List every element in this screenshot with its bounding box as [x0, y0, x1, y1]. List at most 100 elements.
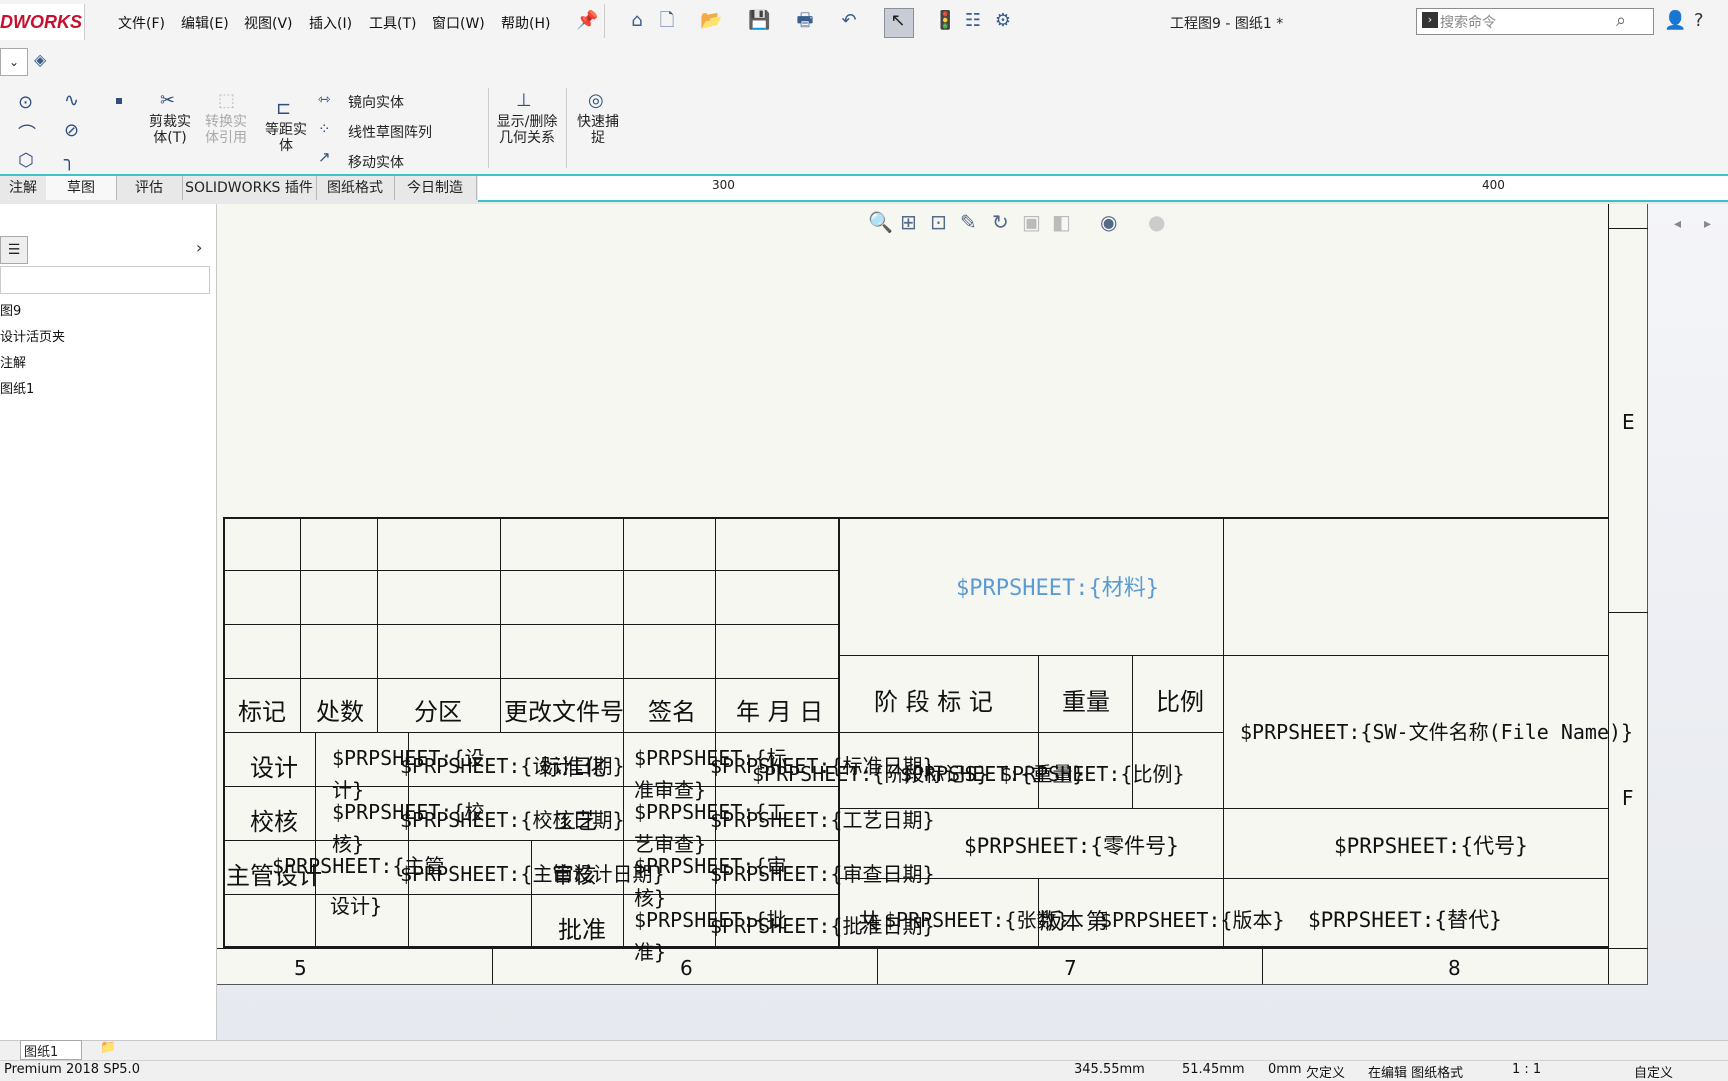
new-document-icon[interactable]: 🗋: [656, 10, 678, 32]
replace-property[interactable]: $PRPSHEET:{替代}: [1308, 904, 1502, 934]
scale-property[interactable]: $PRPSHEET:{比例}: [1000, 758, 1185, 787]
layer-icon[interactable]: ◈: [34, 50, 46, 69]
rotate-icon[interactable]: ↻: [992, 210, 1009, 234]
tab-manufacturing[interactable]: 今日制造: [394, 176, 477, 200]
tab-sheet-format[interactable]: 图纸格式: [316, 176, 395, 200]
title-block-line: [839, 808, 1609, 809]
traffic-light-icon[interactable]: 🚦: [934, 10, 956, 32]
section-view-icon[interactable]: ✎: [960, 210, 977, 234]
filter-input[interactable]: [0, 266, 210, 294]
material-property[interactable]: $PRPSHEET:{材料}: [956, 570, 1159, 602]
process-date-property[interactable]: $PRPSHEET:{工艺日期}: [710, 804, 935, 833]
previous-view-icon[interactable]: ⊡: [930, 210, 947, 234]
menu-tools[interactable]: 工具(T): [369, 13, 416, 33]
header-count: 处数: [316, 698, 364, 726]
quick-snap-button[interactable]: 快速捕捉: [576, 114, 620, 146]
options-gear-icon[interactable]: ⚙: [992, 10, 1014, 32]
solidworks-logo: DWORKS: [0, 12, 82, 32]
menu-view[interactable]: 视图(V): [244, 13, 293, 33]
border-line: [1608, 204, 1609, 984]
polygon-icon[interactable]: ⬡: [18, 150, 34, 171]
menu-file[interactable]: 文件(F): [118, 13, 165, 33]
title-block-line: [500, 517, 501, 732]
show-delete-relations-button[interactable]: 显示/删除几何关系: [494, 114, 560, 146]
pin-icon[interactable]: 📌: [576, 10, 598, 32]
tab-annotation[interactable]: 注解: [0, 176, 47, 200]
panel-expand-icon[interactable]: ▸: [1704, 216, 1711, 232]
view-orientation-icon[interactable]: ▣: [1022, 210, 1041, 234]
search-input[interactable]: 搜索命令: [1440, 12, 1496, 32]
total-label: 共: [858, 910, 881, 935]
linear-pattern-button[interactable]: 线性草图阵列: [348, 122, 432, 142]
header-date: 年 月 日: [736, 698, 824, 726]
mirror-icon: ⇿: [318, 90, 331, 108]
menu-edit[interactable]: 编辑(E): [181, 13, 229, 33]
user-icon[interactable]: 👤: [1664, 10, 1686, 31]
add-sheet-icon[interactable]: 📁: [100, 1040, 116, 1055]
circle-icon[interactable]: ⊙: [18, 92, 33, 113]
menu-help[interactable]: 帮助(H): [501, 13, 550, 33]
help-icon[interactable]: ?: [1694, 10, 1704, 31]
ellipse-icon[interactable]: ⊘: [64, 120, 79, 141]
scale-ratio[interactable]: 1 : 1: [1512, 1062, 1541, 1077]
version-label: 版本: [1040, 910, 1085, 935]
ruler: [478, 176, 1728, 202]
version-property[interactable]: $PRPSHEET:{版本}: [1100, 904, 1285, 933]
weight-label: 重量: [1062, 688, 1110, 716]
zoom-to-fit-icon[interactable]: 🔍: [868, 210, 893, 234]
editing-state: 在编辑 图纸格式: [1368, 1066, 1464, 1081]
fillet-icon[interactable]: ╮: [64, 150, 75, 171]
appearance-icon[interactable]: ●: [1148, 210, 1165, 234]
tab-solidworks-addins[interactable]: SOLIDWORKS 插件: [182, 176, 317, 200]
part-number-property[interactable]: $PRPSHEET:{零件号}: [964, 830, 1179, 860]
panel-collapse-icon[interactable]: ◂: [1674, 216, 1681, 232]
print-icon[interactable]: 🖶: [794, 10, 816, 32]
x-coordinate: 345.55mm: [1074, 1062, 1145, 1077]
convert-entities-button[interactable]: 转换实体引用: [204, 114, 248, 146]
menu-insert[interactable]: 插入(I): [309, 13, 352, 33]
y-coordinate: 51.45mm: [1182, 1062, 1245, 1077]
chevron-right-icon[interactable]: ›: [196, 238, 202, 257]
chief-date-property[interactable]: $PRPSHEET:{主管设计日期}: [400, 858, 665, 887]
check-label: 校核: [250, 808, 298, 836]
open-folder-icon[interactable]: 📂: [700, 10, 722, 32]
file-properties-icon[interactable]: ☷: [962, 10, 984, 32]
offset-entities-button[interactable]: 等距实体: [262, 122, 310, 154]
standardization-label: 标准化: [540, 756, 607, 781]
point-icon[interactable]: [116, 98, 122, 104]
header-mark: 标记: [238, 698, 286, 726]
z-coordinate: 0mm: [1268, 1062, 1302, 1077]
title-block-line: [223, 517, 1609, 519]
tab-evaluate[interactable]: 评估: [116, 176, 183, 200]
display-style-icon[interactable]: ◧: [1052, 210, 1071, 234]
chevron-down-icon[interactable]: ⌄: [0, 48, 28, 76]
tab-sketch[interactable]: 草图: [46, 176, 117, 200]
zone-label-6: 6: [680, 956, 693, 980]
linear-pattern-icon: ⁘: [318, 120, 331, 138]
arc-icon[interactable]: ⌒: [18, 120, 36, 146]
filename-property[interactable]: $PRPSHEET:{SW-文件名称(File Name)}: [1240, 716, 1633, 745]
tree-item-sheet1[interactable]: 图纸1: [0, 378, 34, 397]
save-icon[interactable]: 💾: [748, 10, 770, 32]
approve-label: 批准: [558, 916, 606, 944]
tree-item-annotations[interactable]: 注解: [0, 352, 26, 371]
code-property[interactable]: $PRPSHEET:{代号}: [1334, 830, 1528, 860]
tree-item-drawing[interactable]: 图9: [0, 300, 21, 319]
units-setting[interactable]: 自定义: [1634, 1062, 1673, 1081]
zoom-area-icon[interactable]: ⊞: [900, 210, 917, 234]
design-label: 设计: [250, 754, 298, 782]
zone-label-7: 7: [1064, 956, 1077, 980]
mirror-entities-button[interactable]: 镜向实体: [348, 92, 404, 112]
spline-icon[interactable]: ∿: [64, 90, 79, 111]
menu-window[interactable]: 窗口(W): [432, 13, 485, 33]
move-entities-button[interactable]: 移动实体: [348, 152, 404, 172]
review-date-property[interactable]: $PRPSHEET:{审查日期}: [710, 858, 935, 887]
home-icon[interactable]: ⌂: [626, 10, 648, 32]
ruler-label: 400: [1482, 178, 1505, 192]
search-icon[interactable]: ⌕: [1616, 10, 1626, 31]
trim-entities-button[interactable]: 剪裁实体(T): [148, 114, 192, 146]
tree-item-design-binder[interactable]: 设计活页夹: [0, 326, 65, 345]
hide-show-icon[interactable]: ◉: [1100, 210, 1117, 234]
undo-icon[interactable]: ↶: [838, 10, 860, 32]
feature-tree-icon[interactable]: ☰: [0, 236, 28, 264]
